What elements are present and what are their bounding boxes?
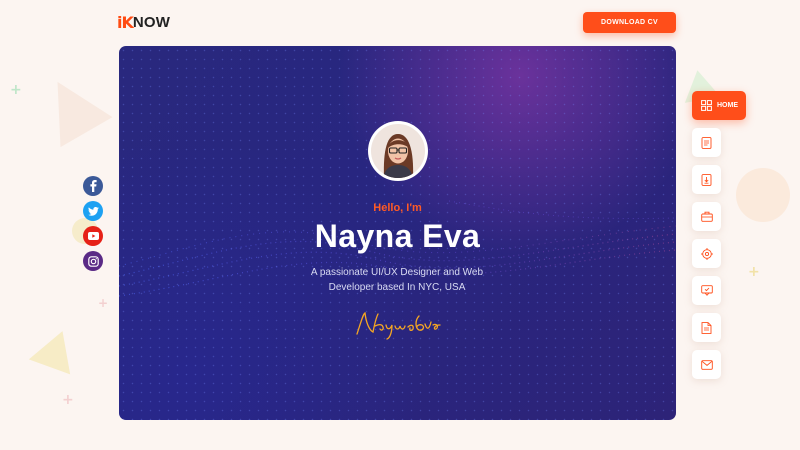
home-grid-icon — [701, 100, 712, 111]
download-cv-button[interactable]: DOWNLOAD CV — [583, 12, 676, 33]
twitter-icon[interactable] — [83, 201, 103, 221]
decorative-plus-icon: + — [98, 296, 109, 310]
profile-avatar — [368, 121, 428, 181]
download-doc-icon — [701, 173, 712, 186]
decorative-triangle — [28, 323, 84, 375]
decorative-plus-icon: + — [10, 82, 22, 98]
resume-icon — [701, 136, 712, 149]
social-links — [83, 176, 103, 271]
logo-mark: iK — [117, 12, 134, 32]
hero-banner: Hello, I'm Nayna Eva A passionate UI/UX … — [119, 46, 676, 420]
brand-logo[interactable]: iK NOW — [117, 11, 170, 33]
decorative-triangle — [31, 66, 113, 148]
nav-about[interactable] — [692, 165, 721, 194]
youtube-icon[interactable] — [83, 226, 103, 246]
greeting-text: Hello, I'm — [373, 202, 422, 214]
signature-image — [356, 311, 441, 340]
nav-resume[interactable] — [692, 128, 721, 157]
hero-name: Nayna Eva — [314, 218, 481, 254]
tagline-line: Developer based In NYC, USA — [328, 282, 466, 293]
tagline-line: A passionate UI/UX Designer and Web — [310, 267, 484, 278]
nav-portfolio[interactable] — [692, 202, 721, 231]
document-icon — [701, 321, 712, 334]
hero-tagline: A passionate UI/UX Designer and Web Deve… — [297, 265, 497, 295]
target-icon — [700, 247, 713, 260]
nav-home-label: HOME — [717, 102, 738, 109]
instagram-icon[interactable] — [83, 251, 103, 271]
side-navigation: HOME — [692, 91, 746, 379]
nav-testimonials[interactable] — [692, 276, 721, 305]
logo-word: NOW — [132, 13, 171, 31]
decorative-plus-icon: + — [748, 264, 760, 280]
nav-home[interactable]: HOME — [692, 91, 746, 120]
mail-icon — [700, 359, 713, 370]
briefcase-icon — [700, 211, 713, 222]
decorative-plus-icon: + — [62, 392, 74, 408]
chat-icon — [700, 285, 713, 296]
nav-blog[interactable] — [692, 313, 721, 342]
facebook-icon[interactable] — [83, 176, 103, 196]
nav-contact[interactable] — [692, 350, 721, 379]
nav-services[interactable] — [692, 239, 721, 268]
